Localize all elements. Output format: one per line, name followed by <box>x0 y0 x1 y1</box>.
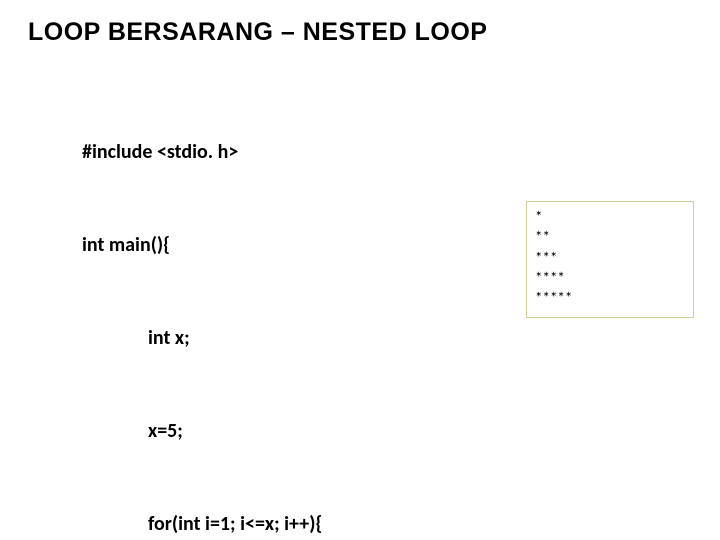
code-line: x=5; <box>148 416 694 447</box>
code-line: int x; <box>148 323 694 354</box>
slide: LOOP BERSARANG – NESTED LOOP #include <s… <box>0 0 720 540</box>
slide-title: LOOP BERSARANG – NESTED LOOP <box>28 18 696 47</box>
code-line: for(int i=1; i<=x; i++){ <box>148 509 694 540</box>
output-box: * ** *** **** ***** <box>526 201 694 318</box>
code-line: #include <stdio. h> <box>82 137 694 168</box>
content-area: #include <stdio. h> int main(){ int x; x… <box>82 75 694 540</box>
